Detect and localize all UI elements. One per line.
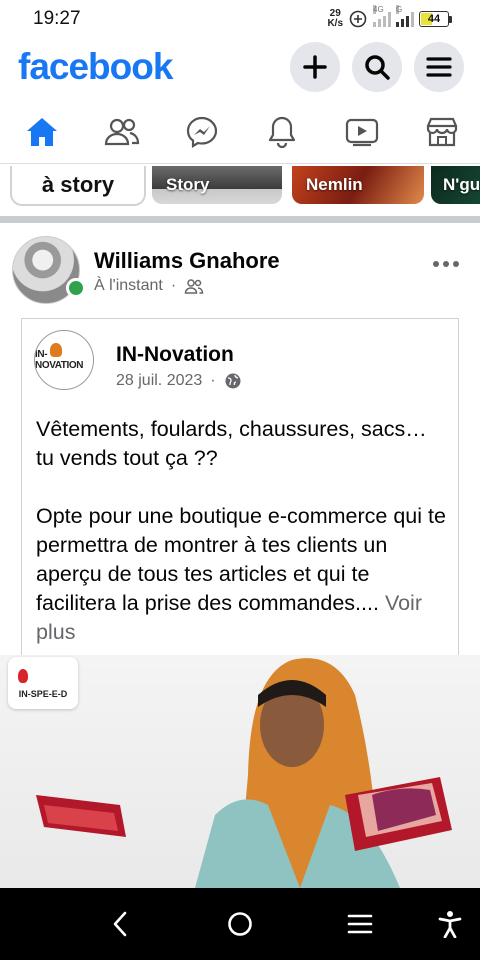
meta-separator: ·: [170, 277, 177, 294]
tab-marketplace[interactable]: [422, 112, 462, 152]
more-dot: [443, 261, 449, 267]
shared-page-name[interactable]: IN-Novation: [116, 343, 234, 367]
plus-icon: [303, 55, 327, 79]
brand-badge-text: IN-SPE-E-D: [18, 689, 68, 699]
online-status-dot: [66, 278, 86, 298]
accessibility-icon: [438, 911, 462, 938]
more-dot: [433, 261, 439, 267]
status-bar: 19:27 29 K/s 4G G 44: [0, 0, 480, 38]
globe-icon: [225, 373, 241, 389]
tab-notifications[interactable]: [262, 112, 302, 152]
video-icon: [345, 118, 379, 146]
tab-video[interactable]: [342, 112, 382, 152]
recents-icon: [347, 914, 373, 934]
story-card-label: N'gu: [443, 175, 480, 194]
signal-sim2-tag: G: [396, 5, 403, 14]
more-dot: [453, 261, 459, 267]
accessibility-button[interactable]: [436, 910, 464, 938]
story-card[interactable]: Story: [152, 166, 282, 204]
signal-sim1-icon: 4G: [373, 5, 391, 27]
status-indicators: 29 K/s 4G G 44: [327, 5, 452, 29]
menu-icon: [426, 57, 452, 77]
search-button[interactable]: [352, 42, 402, 92]
post-header: Williams Gnahore À l'instant ·: [12, 236, 468, 306]
nav-tabs: [0, 100, 480, 164]
tab-home[interactable]: [22, 112, 62, 152]
app-header: facebook: [0, 38, 480, 96]
signal-sim2-icon: G: [396, 5, 414, 27]
network-speed-unit: K/s: [327, 18, 343, 29]
story-card-label: Story: [166, 175, 210, 194]
bell-icon: [268, 116, 296, 148]
create-story-label: à story: [41, 172, 115, 197]
brand-badge: IN-SPE-E-D: [8, 657, 78, 709]
post-text-paragraph: Opte pour une boutique e-commerce qui te…: [36, 502, 446, 647]
bulb-icon: [50, 343, 62, 357]
search-icon: [365, 55, 390, 80]
shared-post-date[interactable]: 28 juil. 2023: [116, 372, 202, 390]
flame-icon: [18, 669, 28, 683]
story-card[interactable]: Nemlin: [292, 166, 424, 204]
post-meta: À l'instant ·: [94, 277, 204, 295]
system-nav-bar: [0, 888, 480, 960]
tab-friends[interactable]: [102, 112, 142, 152]
post-author[interactable]: Williams Gnahore: [94, 248, 280, 274]
signal-sim1-tag: 4G: [373, 5, 384, 14]
tab-messenger[interactable]: [182, 112, 222, 152]
post-image[interactable]: IN-SPE-E-D: [0, 655, 480, 888]
header-actions: [290, 42, 464, 92]
facebook-logo[interactable]: facebook: [18, 46, 173, 88]
story-card-label: Nemlin: [306, 175, 363, 194]
status-time: 19:27: [33, 8, 81, 29]
back-button[interactable]: [106, 910, 134, 938]
battery-icon: 44: [419, 11, 452, 27]
data-saver-icon: [349, 10, 367, 28]
home-icon: [27, 117, 57, 146]
battery-level: 44: [427, 13, 441, 25]
post-text-paragraph: Vêtements, foulards, chaussures, sacs… t…: [36, 417, 427, 470]
page-avatar[interactable]: IN-NOVATION: [34, 330, 94, 390]
home-button[interactable]: [226, 910, 254, 938]
friends-icon: [184, 279, 204, 294]
friends-icon: [104, 118, 140, 145]
post-options-button[interactable]: [426, 254, 466, 274]
post-time[interactable]: À l'instant: [94, 277, 163, 295]
meta-separator: ·: [210, 372, 216, 389]
messenger-icon: [186, 116, 218, 148]
story-card[interactable]: N'gu: [431, 166, 480, 204]
home-circle-icon: [228, 912, 252, 936]
page-logo-text: IN-NOVATION: [35, 349, 84, 371]
feed-divider: [0, 216, 480, 223]
menu-button[interactable]: [414, 42, 464, 92]
shared-post-meta: 28 juil. 2023 ·: [116, 372, 242, 390]
shop-icon: [426, 117, 458, 146]
shared-post[interactable]: IN-NOVATION IN-Novation 28 juil. 2023 · …: [21, 318, 459, 658]
stories-strip: à story Story Nemlin N'gu: [0, 166, 480, 208]
network-speed: 29 K/s: [327, 9, 343, 29]
recents-button[interactable]: [346, 910, 374, 938]
back-icon: [113, 911, 127, 937]
create-story-card[interactable]: à story: [10, 166, 146, 206]
create-button[interactable]: [290, 42, 340, 92]
post-body: Vêtements, foulards, chaussures, sacs… t…: [36, 415, 446, 647]
